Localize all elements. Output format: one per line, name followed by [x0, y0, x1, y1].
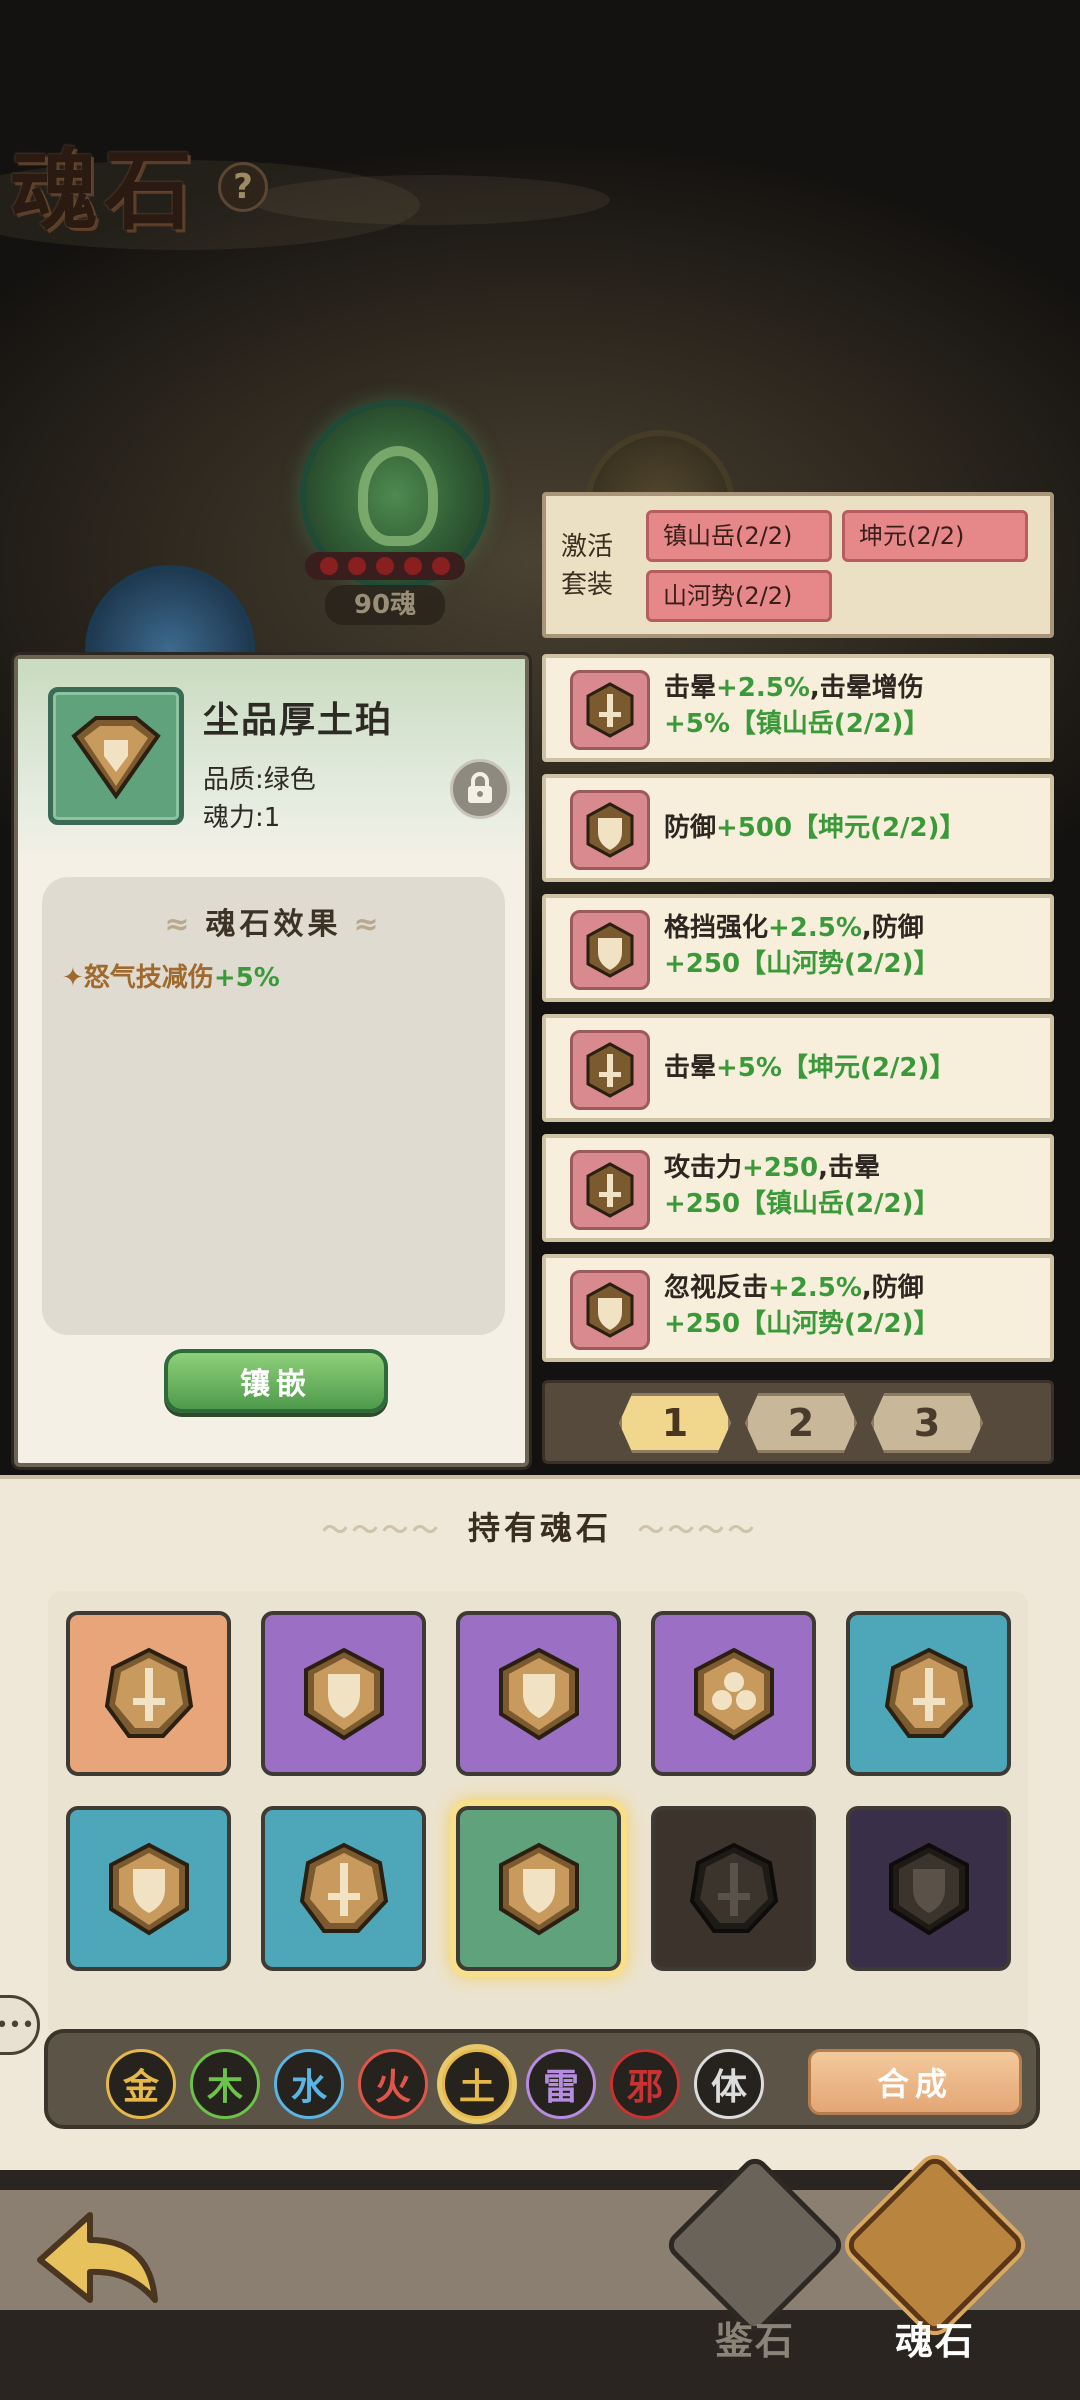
effect-bullet: ✦: [62, 963, 84, 993]
item-thumbnail: [48, 687, 184, 825]
locked-shield-gem-icon: [888, 1842, 969, 1935]
effect-row-text: 击晕+5%【坤元(2/2)】: [664, 1053, 956, 1083]
shield-icon: [570, 790, 650, 870]
lock-icon: [468, 772, 492, 803]
inventory-slot[interactable]: [456, 1806, 621, 1971]
tab-appraise-label: 鉴石: [714, 2319, 795, 2363]
orb-level-dots: [305, 552, 465, 580]
back-button[interactable]: [30, 2200, 170, 2330]
active-set-label: 激活套装: [560, 532, 613, 600]
embed-button[interactable]: 镶嵌: [164, 1349, 388, 1413]
inventory-slot[interactable]: [846, 1806, 1011, 1971]
help-icon[interactable]: ?: [218, 162, 268, 212]
inventory-slot[interactable]: [651, 1806, 816, 1971]
shield-gem-icon: [108, 1842, 189, 1935]
effect-row[interactable]: 击晕+2.5%,击晕增伤 +5%【镇山岳(2/2)】: [542, 654, 1054, 762]
item-power: 魂力:1: [203, 803, 281, 833]
item-quality: 品质:绿色: [203, 765, 316, 795]
effect-row[interactable]: 攻击力+250,击晕 +250【镇山岳(2/2)】: [542, 1134, 1054, 1242]
page-button-1[interactable]: 1: [619, 1393, 731, 1453]
cloud-decoration: [250, 175, 610, 225]
tab-appraise[interactable]: 鉴石: [663, 2153, 847, 2363]
sword-icon: [570, 1150, 650, 1230]
set-tag[interactable]: 镇山岳(2/2): [646, 510, 832, 562]
effect-title: 魂石效果: [42, 899, 505, 943]
shield-gem-icon: [303, 1647, 384, 1740]
inventory-slot[interactable]: [846, 1611, 1011, 1776]
effect-row-text: 击晕+2.5%,击晕增伤 +5%【镇山岳(2/2)】: [664, 673, 930, 739]
page-title: 魂石: [10, 138, 199, 242]
effect-row-text: 攻击力+250,击晕 +250【镇山岳(2/2)】: [664, 1153, 940, 1219]
page-button-2[interactable]: 2: [745, 1393, 857, 1453]
synthesize-button[interactable]: 合成: [808, 2049, 1022, 2115]
element-filter-button[interactable]: 体: [694, 2049, 764, 2119]
tab-soulstone[interactable]: 魂石: [843, 2153, 1027, 2363]
inventory-slot[interactable]: [66, 1611, 231, 1776]
shield-gem-icon: [71, 716, 161, 800]
shield-gem-icon: [498, 1842, 579, 1935]
effect-row-text: 忽视反击+2.5%,防御 +250【山河势(2/2)】: [664, 1273, 940, 1339]
set-tag[interactable]: 山河势(2/2): [646, 570, 832, 622]
shield-icon: [570, 1270, 650, 1350]
element-filter-button[interactable]: 木: [190, 2049, 260, 2119]
page-button-3[interactable]: 3: [871, 1393, 983, 1453]
effect-row[interactable]: 格挡强化+2.5%,防御 +250【山河势(2/2)】: [542, 894, 1054, 1002]
element-filter-button[interactable]: 水: [274, 2049, 344, 2119]
effect-row[interactable]: 防御+500【坤元(2/2)】: [542, 774, 1054, 882]
inventory-slot[interactable]: [456, 1611, 621, 1776]
sword-icon: [570, 1030, 650, 1110]
cloud-gem-icon: [693, 1647, 774, 1740]
element-filter-button[interactable]: 邪: [610, 2049, 680, 2119]
shield-gem-icon: [498, 1647, 579, 1740]
effect-value: +5%: [213, 963, 280, 993]
effect-text: 怒气技减伤: [83, 963, 214, 993]
inventory-title: 持有魂石: [0, 1503, 1080, 1549]
page-selector: 1 2 3: [542, 1380, 1054, 1464]
cloud-swirl-icon: [358, 446, 438, 546]
locked-sword-gem-icon: [689, 1842, 778, 1933]
orb-soul-count: 90魂: [325, 585, 445, 625]
inventory-slot[interactable]: [66, 1806, 231, 1971]
inventory-grid: [48, 1591, 1028, 2041]
inventory-slot[interactable]: [261, 1806, 426, 1971]
element-filter-bar: 合成 金木水火土雷邪体: [44, 2029, 1040, 2129]
active-set-panel: 激活套装 镇山岳(2/2) 坤元(2/2) 山河势(2/2): [542, 492, 1054, 638]
back-arrow-icon: [37, 2212, 158, 2303]
set-tag[interactable]: 坤元(2/2): [842, 510, 1028, 562]
element-filter-button[interactable]: 火: [358, 2049, 428, 2119]
inventory-slot[interactable]: [651, 1611, 816, 1776]
element-filter-button[interactable]: 土: [442, 2049, 512, 2119]
effect-row[interactable]: 击晕+5%【坤元(2/2)】: [542, 1014, 1054, 1122]
effect-box: 魂石效果 ✦怒气技减伤+5%: [42, 877, 505, 1335]
sword-gem-icon: [104, 1647, 193, 1738]
element-filter-button[interactable]: 雷: [526, 2049, 596, 2119]
lock-button[interactable]: [450, 759, 510, 819]
soulstone-detail-panel: 尘品厚土珀 品质:绿色 魂力:1 魂石效果 ✦怒气技减伤+5% 镶嵌: [14, 655, 529, 1467]
sword-gem-icon: [884, 1647, 973, 1738]
effect-line: ✦怒气技减伤+5%: [62, 957, 280, 994]
shield-icon: [570, 910, 650, 990]
effect-row-text: 防御+500【坤元(2/2)】: [664, 813, 966, 843]
sword-icon: [570, 670, 650, 750]
sword-gem-icon: [299, 1842, 388, 1933]
element-filter-button[interactable]: 金: [106, 2049, 176, 2119]
tab-soulstone-label: 魂石: [894, 2319, 975, 2363]
inventory-slot[interactable]: [261, 1611, 426, 1776]
effect-row[interactable]: 忽视反击+2.5%,防御 +250【山河势(2/2)】: [542, 1254, 1054, 1362]
effect-row-text: 格挡强化+2.5%,防御 +250【山河势(2/2)】: [664, 913, 940, 979]
item-name: 尘品厚土珀: [203, 700, 394, 741]
inventory-panel: 持有魂石 合成 金木水火土雷邪体: [0, 1475, 1080, 2175]
